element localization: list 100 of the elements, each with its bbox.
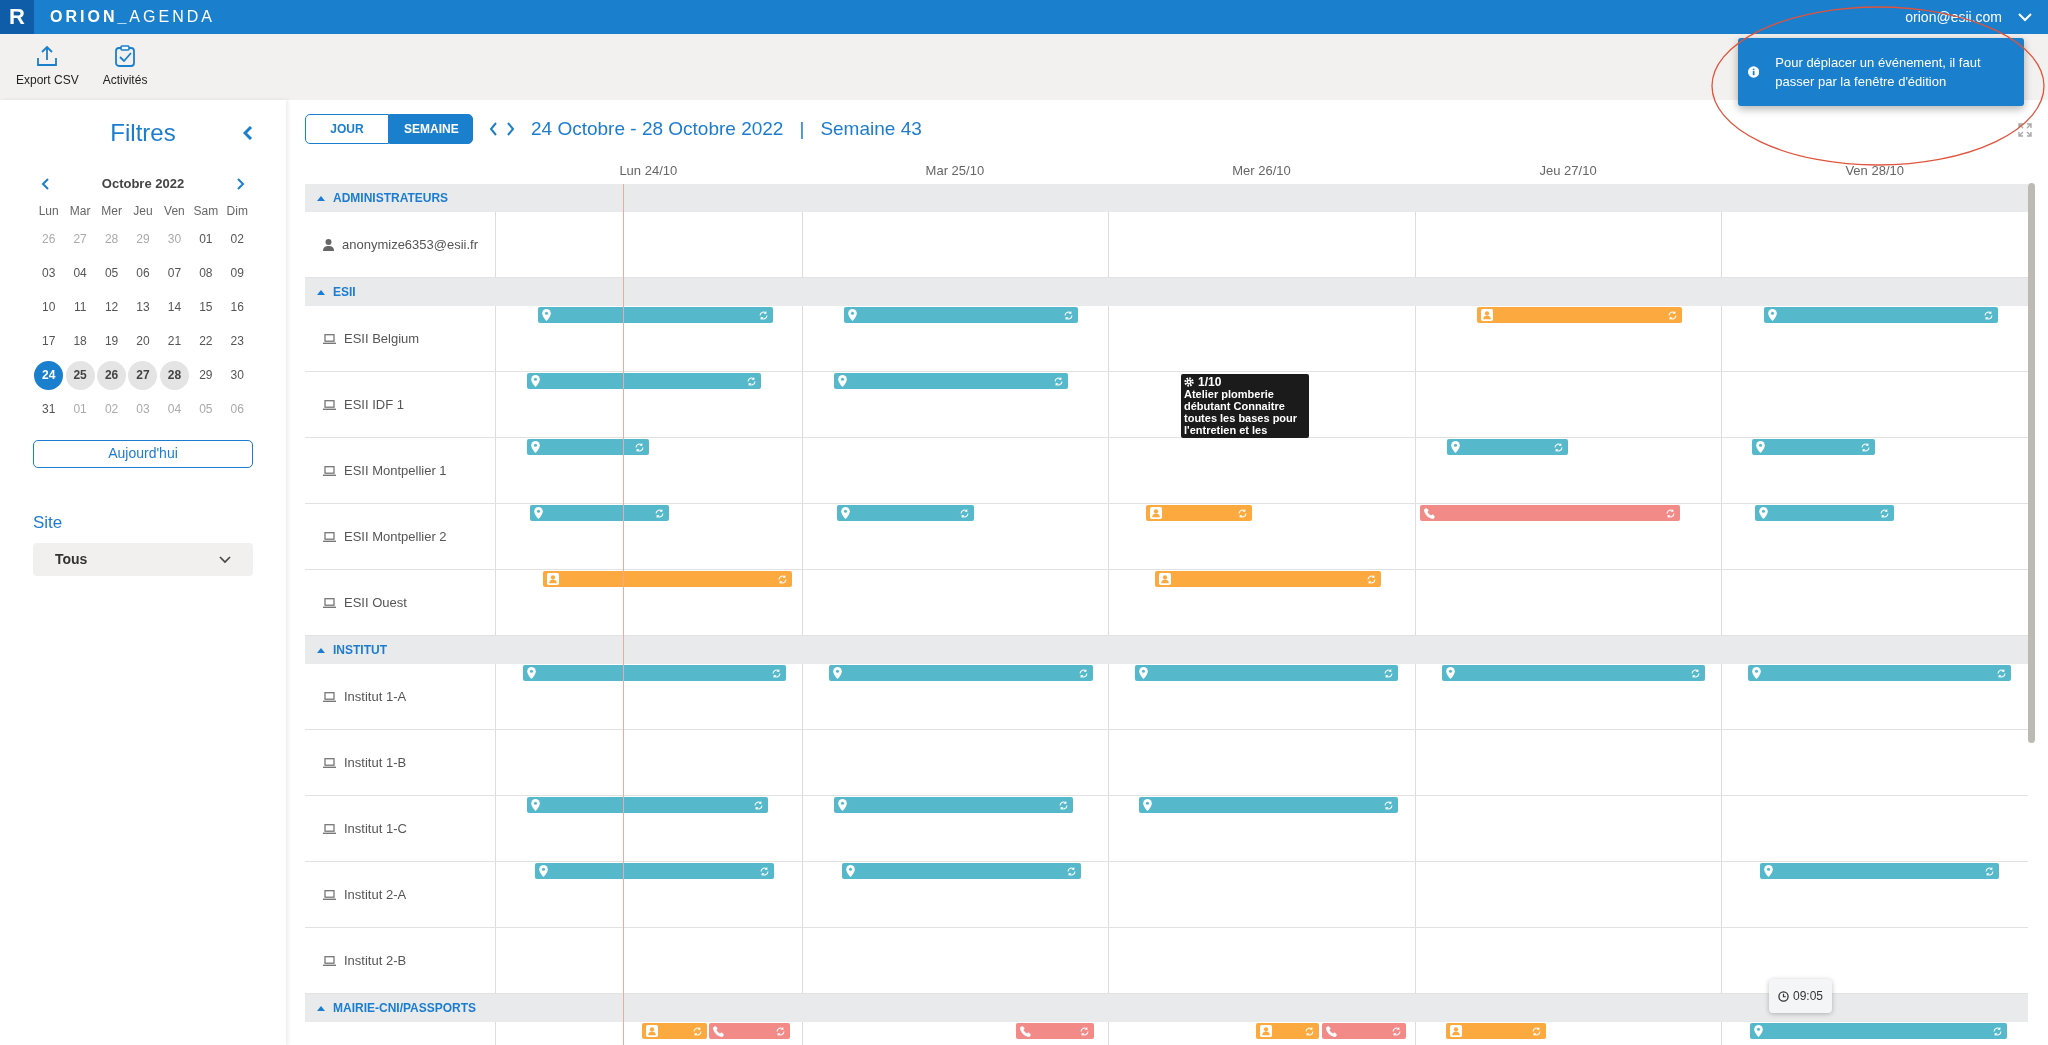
event-bar[interactable] — [641, 1023, 707, 1039]
day-header: Lun 24/10 — [618, 162, 679, 181]
pin-icon — [1753, 1025, 1763, 1037]
event-bar[interactable] — [537, 307, 773, 323]
calendar-day[interactable]: 31 — [34, 394, 64, 424]
weekday-label: Lun — [37, 202, 60, 220]
app-logo: R — [0, 0, 34, 34]
resource-name: ESII Montpellier 1 — [344, 461, 447, 480]
collapse-chevron-icon — [243, 126, 253, 140]
event-bar[interactable] — [527, 797, 768, 813]
event-bar[interactable] — [833, 373, 1068, 389]
calendar-day[interactable]: 21 — [159, 326, 189, 356]
event-bar[interactable] — [1154, 571, 1381, 587]
calendar-day[interactable]: 15 — [191, 292, 221, 322]
sync-icon — [1879, 507, 1891, 519]
event-bar[interactable] — [833, 797, 1073, 813]
event-bar[interactable] — [1754, 505, 1895, 521]
event-bar[interactable] — [1446, 439, 1568, 455]
event-bar[interactable] — [709, 1023, 790, 1039]
event-bar[interactable] — [523, 665, 786, 681]
calendar-day[interactable]: 24 — [34, 360, 64, 390]
event-bar[interactable] — [1135, 665, 1398, 681]
event-bar[interactable] — [1139, 797, 1398, 813]
event-bar[interactable] — [1748, 665, 2012, 681]
event-bar[interactable] — [527, 439, 650, 455]
event-bar[interactable] — [1476, 307, 1683, 323]
event-bar[interactable] — [1015, 1023, 1094, 1039]
calendar-day[interactable]: 14 — [159, 292, 189, 322]
notification-text: Pour déplacer un événement, il faut passer par la fenêtre d'édition — [1775, 53, 1982, 91]
calendar-day[interactable]: 17 — [34, 326, 64, 356]
view-tab[interactable]: JOUR — [305, 114, 389, 144]
calendar-day[interactable]: 13 — [128, 292, 158, 322]
calendar-day[interactable]: 18 — [65, 326, 95, 356]
today-button[interactable]: Aujourd'hui — [33, 439, 253, 468]
toolbar-button[interactable]: Export CSV — [4, 39, 91, 95]
calendar-day[interactable]: 05 — [97, 258, 127, 288]
calendar-day[interactable]: 01 — [191, 224, 221, 254]
presenter-icon — [1149, 507, 1162, 519]
sync-icon — [1530, 1025, 1542, 1037]
event-bar[interactable] — [1322, 1023, 1406, 1039]
resource-name: anonymize6353@esii.fr — [342, 235, 479, 254]
event-bar[interactable] — [542, 571, 793, 587]
sync-icon — [1689, 667, 1701, 679]
calendar-day[interactable]: 25 — [65, 360, 95, 390]
calendar-day[interactable]: 07 — [159, 258, 189, 288]
event-bar[interactable] — [527, 373, 762, 389]
scrollbar[interactable] — [2028, 183, 2035, 743]
calendar-day[interactable]: 28 — [159, 360, 189, 390]
toolbar-button[interactable]: Activités — [90, 39, 160, 95]
site-select[interactable]: Tous — [33, 543, 253, 576]
event-bar[interactable] — [844, 307, 1079, 323]
calendar-day[interactable]: 09 — [222, 258, 252, 288]
calendar-day[interactable]: 26 — [97, 360, 127, 390]
calendar-day[interactable]: 19 — [97, 326, 127, 356]
pin-icon — [531, 441, 541, 453]
laptop-icon — [323, 531, 336, 542]
presenter-icon — [645, 1025, 658, 1037]
calendar-day[interactable]: 03 — [34, 258, 64, 288]
calendar-day[interactable]: 29 — [191, 360, 221, 390]
calendar-day[interactable]: 04 — [65, 258, 95, 288]
event-bar[interactable] — [1419, 505, 1680, 521]
event-bar[interactable] — [1256, 1023, 1319, 1039]
weekday-label: Dim — [225, 202, 249, 220]
event-bar[interactable] — [1752, 439, 1875, 455]
calendar-day[interactable]: 30 — [222, 360, 252, 390]
pin-icon — [1450, 441, 1460, 453]
pin-icon — [1763, 865, 1773, 877]
weekday-label: Jeu — [132, 202, 154, 220]
laptop-icon — [323, 465, 336, 476]
event-bar[interactable] — [1145, 505, 1253, 521]
sync-icon — [746, 375, 758, 387]
calendar-day[interactable]: 08 — [191, 258, 221, 288]
calendar-day[interactable]: 23 — [222, 326, 252, 356]
event-bar[interactable] — [529, 505, 669, 521]
event-bar[interactable] — [828, 665, 1093, 681]
event-bar[interactable] — [535, 863, 775, 879]
event-bar[interactable] — [1441, 665, 1705, 681]
sync-icon — [1052, 375, 1064, 387]
calendar-day[interactable]: 10 — [34, 292, 64, 322]
pin-icon — [541, 309, 551, 321]
event-bar[interactable] — [1759, 863, 2000, 879]
pin-icon — [531, 375, 541, 387]
group-name: ESII — [333, 284, 356, 301]
event-bar[interactable] — [1763, 307, 1998, 323]
laptop-icon — [323, 757, 336, 768]
calendar-day[interactable]: 02 — [222, 224, 252, 254]
calendar-day[interactable]: 11 — [65, 292, 95, 322]
calendar-day[interactable]: 06 — [128, 258, 158, 288]
calendar-day[interactable]: 27 — [128, 360, 158, 390]
event-bar[interactable] — [1445, 1023, 1546, 1039]
event-bar[interactable] — [836, 505, 975, 521]
view-tab[interactable]: SEMAINE — [389, 114, 473, 144]
calendar-day[interactable]: 12 — [97, 292, 127, 322]
sync-icon — [774, 1025, 786, 1037]
calendar-day[interactable]: 22 — [191, 326, 221, 356]
day-header: Ven 28/10 — [1844, 162, 1905, 181]
event-bar[interactable] — [1749, 1023, 2008, 1039]
calendar-day[interactable]: 16 — [222, 292, 252, 322]
calendar-day[interactable]: 20 — [128, 326, 158, 356]
event-bar[interactable] — [841, 863, 1081, 879]
